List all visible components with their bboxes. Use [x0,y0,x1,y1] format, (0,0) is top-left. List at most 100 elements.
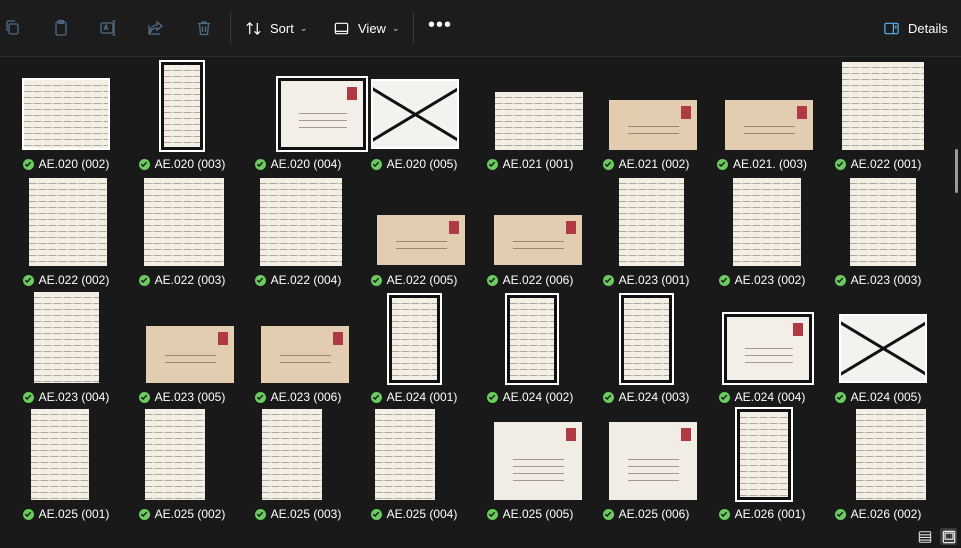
scrollbar-thumb[interactable] [955,149,958,193]
share-icon[interactable] [145,17,167,39]
file-name: AE.020 (003) [154,157,226,171]
file-item[interactable]: AE.025 (005) [472,409,588,523]
sort-label: Sort [270,20,294,36]
file-item[interactable]: AE.020 (003) [124,59,240,173]
toolbar-separator [230,12,231,44]
file-item[interactable]: AE.025 (004) [356,409,472,523]
sync-ok-check-icon [138,391,150,403]
details-label: Details [908,20,948,36]
file-label: AE.020 (002) [8,156,124,172]
file-item[interactable]: AE.026 (002) [820,409,936,523]
file-name: AE.024 (002) [502,390,574,404]
letter-thumbnail [495,92,583,150]
file-item[interactable]: AE.026 (001) [704,407,820,523]
stamp-icon [566,428,576,441]
file-label: AE.026 (002) [820,506,936,522]
file-item[interactable]: AE.022 (002) [8,175,124,289]
see-more-button[interactable]: ••• [428,15,452,35]
file-name: AE.023 (004) [38,390,110,404]
stamp-icon [793,323,803,336]
sync-ok-check-icon [370,158,382,170]
letter-thumbnail [144,178,224,266]
file-item[interactable]: AE.020 (005) [356,59,472,173]
paste-icon[interactable] [50,17,72,39]
file-item[interactable]: AE.022 (001) [820,59,936,173]
file-label: AE.020 (004) [240,156,356,172]
thumbnail-container [820,175,936,267]
file-item[interactable]: AE.024 (005) [820,292,936,406]
file-name: AE.025 (002) [154,507,226,521]
envelope-thumbnail [725,100,813,150]
thumbnail-container [240,292,356,384]
file-label: AE.025 (001) [8,506,124,522]
file-item[interactable]: AE.024 (003) [588,292,704,406]
thumbnail-container [704,59,820,151]
sync-ok-check-icon [22,391,34,403]
file-item[interactable]: AE.025 (003) [240,409,356,523]
rename-icon[interactable] [97,17,119,39]
letter-thumbnail [619,293,674,385]
sort-icon [246,21,261,35]
file-item[interactable]: AE.022 (004) [240,175,356,289]
thumbnail-container [356,409,472,501]
file-item[interactable]: AE.023 (003) [820,175,936,289]
sync-ok-check-icon [254,158,266,170]
file-label: AE.022 (005) [356,272,472,288]
delete-icon[interactable] [193,17,215,39]
thumbnail-container [820,59,936,151]
file-item[interactable]: AE.023 (002) [704,175,820,289]
stamp-icon [218,332,228,345]
file-name: AE.022 (001) [850,157,922,171]
file-label: AE.024 (005) [820,389,936,405]
mourning-envelope-thumbnail [276,76,368,152]
file-item[interactable]: AE.023 (001) [588,175,704,289]
file-item[interactable]: AE.024 (001) [356,292,472,406]
file-item[interactable]: AE.022 (006) [472,175,588,289]
file-item[interactable]: AE.025 (001) [8,409,124,523]
view-button[interactable]: View ⌄ [333,16,400,40]
file-item[interactable]: AE.021 (001) [472,59,588,173]
file-item[interactable]: AE.024 (004) [704,292,820,406]
sync-ok-check-icon [22,274,34,286]
large-icons-view-icon[interactable] [940,528,957,545]
stamp-icon [449,221,459,234]
details-button[interactable]: Details [883,16,948,40]
file-name: AE.024 (004) [734,390,806,404]
file-label: AE.023 (004) [8,389,124,405]
address-lines [280,348,332,370]
file-item[interactable]: AE.020 (002) [8,59,124,173]
details-view-icon[interactable] [916,528,933,545]
file-item[interactable]: AE.023 (005) [124,292,240,406]
file-name: AE.020 (002) [38,157,110,171]
copy-icon[interactable] [2,17,24,39]
file-label: AE.022 (002) [8,272,124,288]
sync-ok-check-icon [254,508,266,520]
envelope-back-thumbnail [371,79,459,149]
sort-button[interactable]: Sort ⌄ [245,16,307,40]
file-item[interactable]: AE.020 (004) [240,59,368,173]
sync-ok-check-icon [602,274,614,286]
file-label: AE.025 (003) [240,506,356,522]
letter-thumbnail [733,178,801,266]
letter-thumbnail [735,407,793,502]
view-label: View [358,20,386,36]
vertical-scrollbar[interactable] [952,57,961,525]
file-item[interactable]: AE.021. (003) [704,59,820,173]
file-item[interactable]: AE.023 (006) [240,292,356,406]
file-item[interactable]: AE.024 (002) [472,292,588,406]
sync-ok-check-icon [716,158,728,170]
thumbnail-container [472,292,588,385]
file-name: AE.023 (005) [154,390,226,404]
file-label: AE.021 (001) [472,156,588,172]
file-item[interactable]: AE.025 (006) [588,409,704,523]
file-item[interactable]: AE.022 (005) [356,175,472,289]
view-icon [334,22,349,34]
sync-ok-check-icon [486,508,498,520]
sync-ok-check-icon [486,274,498,286]
file-item[interactable]: AE.021 (002) [588,59,704,173]
sync-ok-check-icon [602,391,614,403]
sync-ok-check-icon [718,508,730,520]
file-item[interactable]: AE.025 (002) [124,409,240,523]
file-item[interactable]: AE.022 (003) [124,175,240,289]
file-item[interactable]: AE.023 (004) [8,292,124,406]
